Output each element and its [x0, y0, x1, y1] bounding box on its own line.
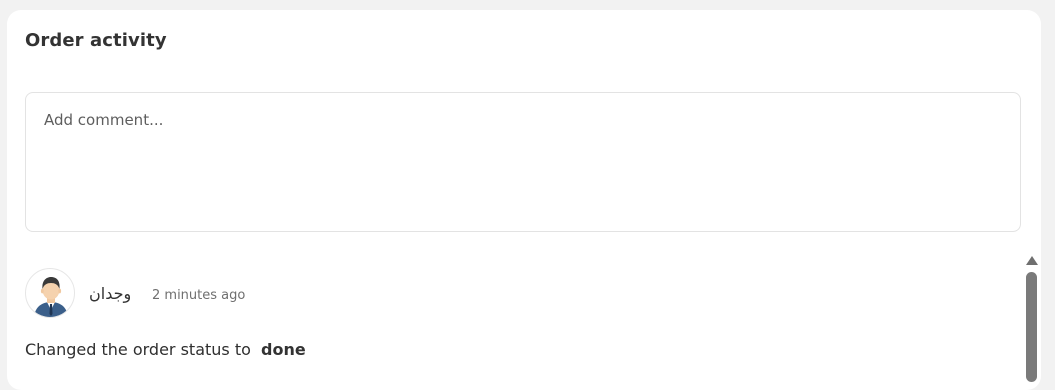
activity-message: Changed the order status to done: [25, 340, 306, 359]
activity-status-value: done: [261, 340, 306, 359]
order-activity-card: Order activity وجدان 2 minutes ago Chang…: [7, 10, 1041, 390]
section-title: Order activity: [25, 30, 167, 51]
avatar: [25, 268, 75, 318]
activity-message-text: Changed the order status to: [25, 340, 251, 359]
scrollbar-thumb[interactable]: [1026, 272, 1037, 382]
activity-author: وجدان: [89, 284, 132, 303]
activity-item: وجدان 2 minutes ago Changed the order st…: [25, 268, 1005, 388]
user-avatar-icon: [34, 277, 68, 317]
scroll-up-arrow-icon[interactable]: [1026, 256, 1038, 265]
comment-input[interactable]: [25, 92, 1021, 232]
activity-timestamp: 2 minutes ago: [152, 288, 246, 303]
